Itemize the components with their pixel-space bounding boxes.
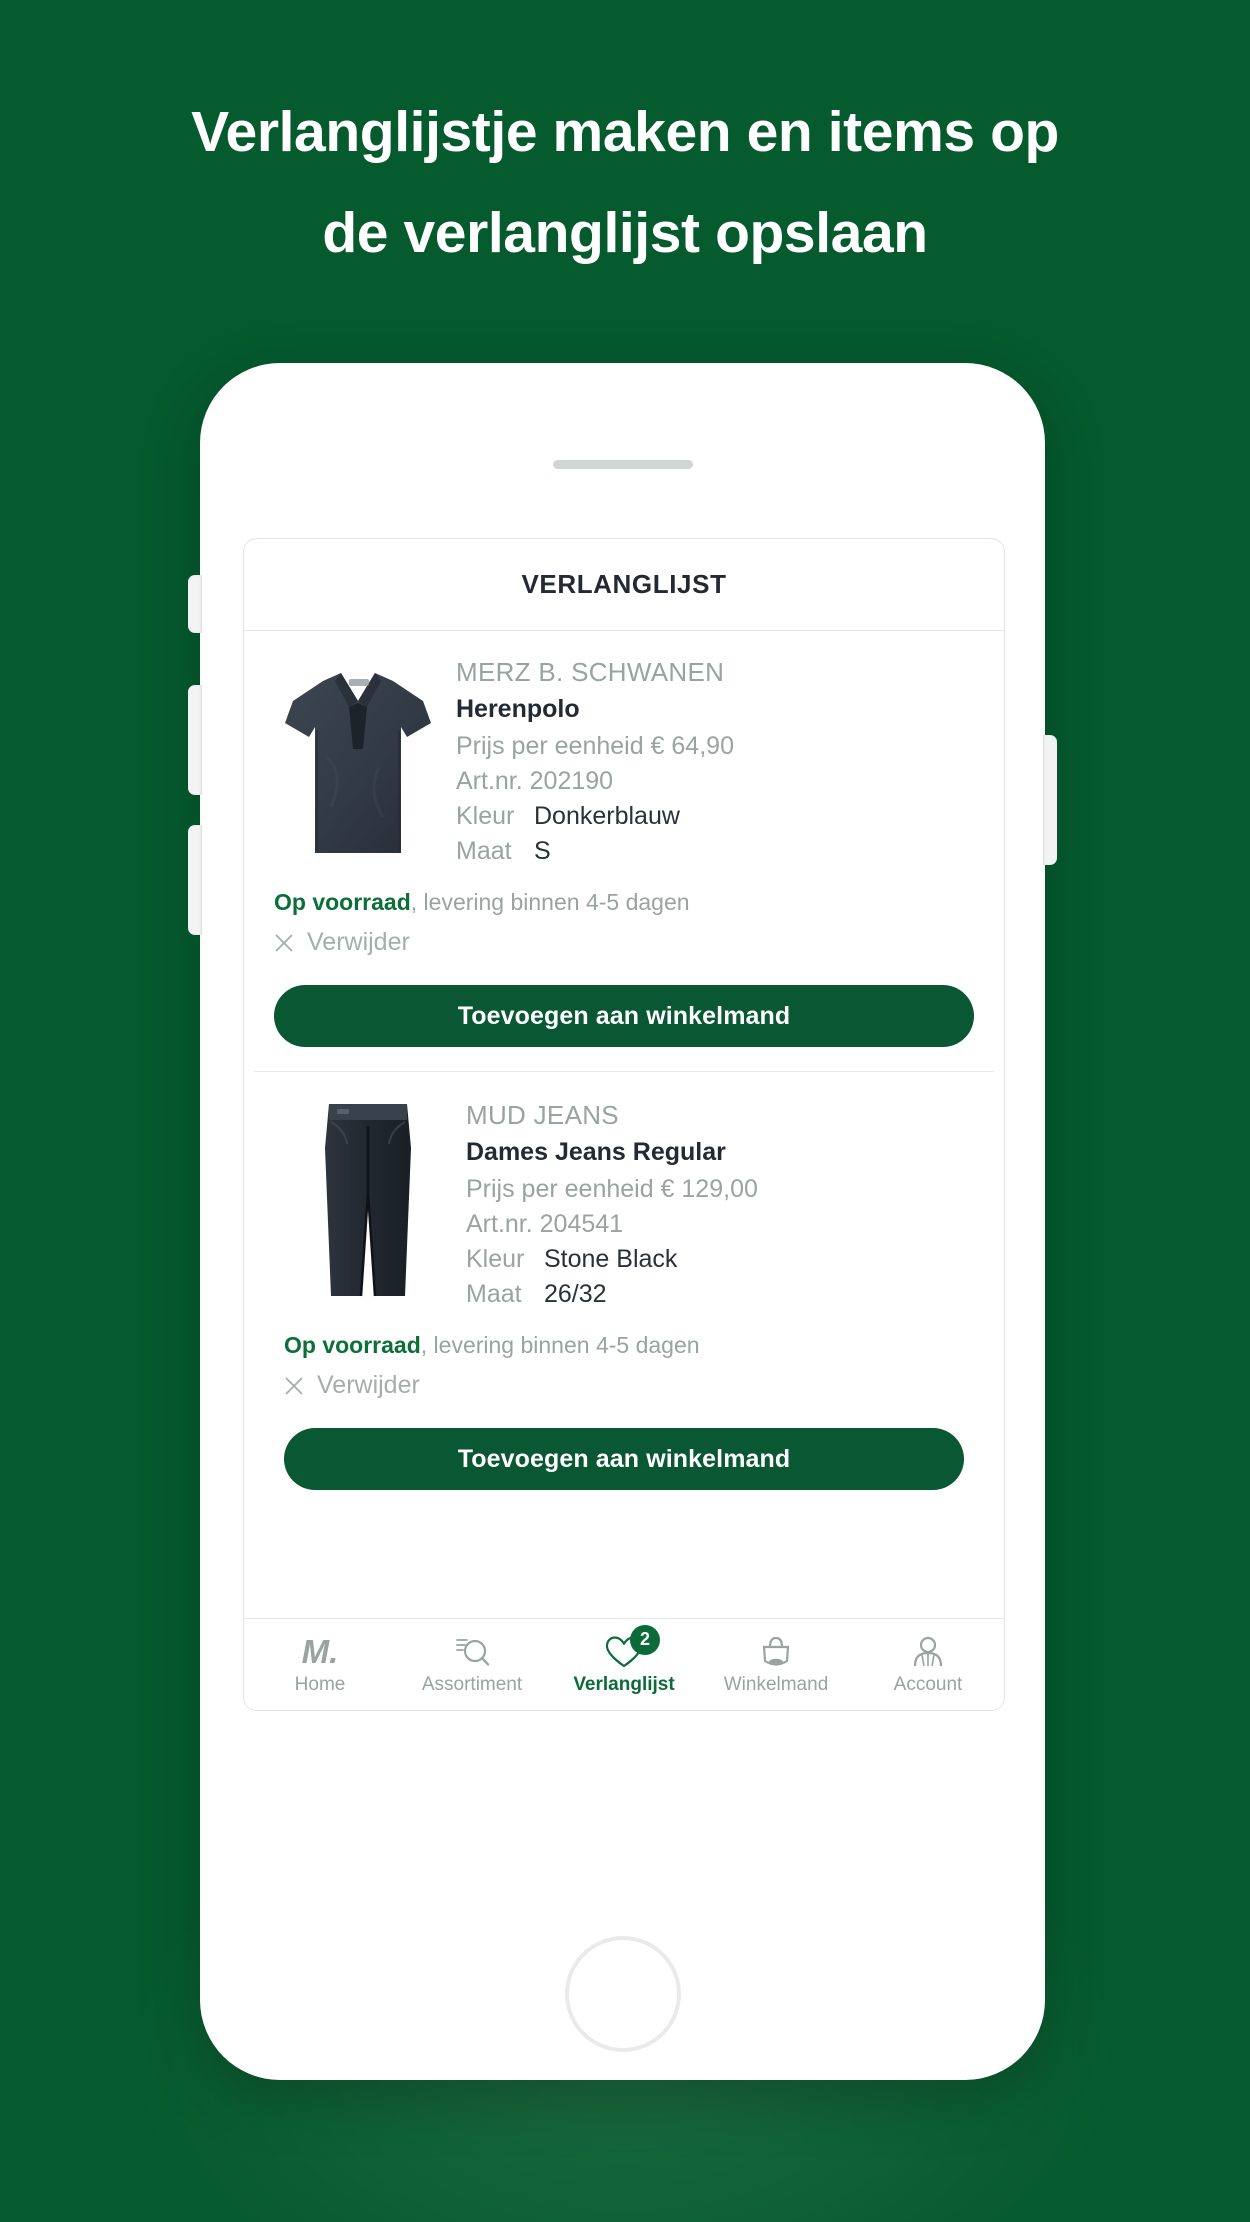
heart-icon: 2 — [604, 1624, 660, 1670]
item-price: Prijs per eenheid € 129,00 — [466, 1175, 758, 1203]
earpiece-speaker-icon — [552, 460, 693, 469]
item-price: Prijs per eenheid € 64,90 — [456, 732, 734, 760]
close-icon — [275, 933, 293, 952]
tab-account-label: Account — [893, 1673, 963, 1695]
polo-shirt-thumbnail[interactable] — [274, 653, 442, 869]
polo-shirt-icon — [285, 673, 431, 853]
item-top: MERZ B. SCHWANEN Herenpolo Prijs per een… — [274, 653, 974, 869]
item-article-number: Art.nr. 204541 — [466, 1210, 624, 1238]
item-color-value: Stone Black — [544, 1245, 678, 1273]
add-to-cart-button[interactable]: Toevoegen aan winkelmand — [274, 985, 974, 1047]
list-item: MERZ B. SCHWANEN Herenpolo Prijs per een… — [244, 631, 1004, 1071]
wishlist-body: MERZ B. SCHWANEN Herenpolo Prijs per een… — [244, 631, 1004, 1618]
item-size-key: Maat — [466, 1280, 522, 1308]
item-size-spec: Maat S — [456, 834, 974, 869]
tab-verlanglijst[interactable]: 2 Verlanglijst — [548, 1619, 700, 1710]
item-size-spec: Maat 26/32 — [466, 1277, 964, 1312]
jeans-icon — [325, 1104, 411, 1297]
tab-winkelmand[interactable]: Winkelmand — [700, 1619, 852, 1710]
item-color-spec: Kleur Donkerblauw — [456, 799, 974, 834]
delivery-text: , levering binnen 4-5 dagen — [410, 889, 690, 915]
mute-switch-button[interactable] — [188, 575, 202, 633]
list-item: MUD JEANS Dames Jeans Regular Prijs per … — [254, 1071, 994, 1514]
remove-item-label: Verwijder — [317, 1371, 420, 1399]
home-button[interactable] — [564, 1936, 681, 2052]
search-list-icon — [453, 1634, 491, 1670]
page-title: Verlanglijstje maken en items op de verl… — [0, 82, 1250, 284]
item-brand: MERZ B. SCHWANEN — [456, 657, 725, 687]
tab-account[interactable]: Account — [852, 1619, 1004, 1710]
app-screen: VERLANGLIJST MERZ B. SCHWANEN Herenpolo … — [243, 538, 1005, 1711]
item-brand: MUD JEANS — [466, 1100, 619, 1130]
item-info: MERZ B. SCHWANEN Herenpolo Prijs per een… — [456, 653, 974, 869]
phone-mockup: VERLANGLIJST MERZ B. SCHWANEN Herenpolo … — [188, 363, 1057, 2080]
tab-assortiment-label: Assortiment — [421, 1673, 523, 1695]
stock-status: Op voorraad, levering binnen 4-5 dagen — [274, 887, 974, 917]
add-to-cart-button[interactable]: Toevoegen aan winkelmand — [284, 1428, 964, 1490]
stock-status: Op voorraad, levering binnen 4-5 dagen — [284, 1330, 964, 1360]
screen-title: VERLANGLIJST — [521, 569, 727, 599]
bottom-navigation: M. Home Assortiment 2 Verlanglijst Winke… — [244, 1618, 1004, 1710]
item-color-key: Kleur — [466, 1245, 525, 1273]
item-name: Herenpolo — [456, 695, 580, 723]
item-size-key: Maat — [456, 837, 512, 865]
item-spacer — [274, 1047, 974, 1071]
jeans-thumbnail[interactable] — [284, 1096, 452, 1312]
wishlist-count-badge: 2 — [630, 1624, 660, 1655]
tab-verlanglijst-label: Verlanglijst — [573, 1673, 675, 1695]
page-title-line-1: Verlanglijstje maken en items op — [191, 100, 1059, 164]
tab-home-label: Home — [294, 1673, 346, 1695]
delivery-text: , levering binnen 4-5 dagen — [420, 1332, 700, 1358]
m-logo-text: M. — [301, 1633, 339, 1670]
remove-item-button[interactable]: Verwijder — [274, 928, 974, 957]
screen-header: VERLANGLIJST — [244, 539, 1004, 631]
power-button[interactable] — [1043, 735, 1057, 865]
item-size-value: 26/32 — [544, 1280, 607, 1308]
stock-badge: Op voorraad — [284, 1332, 421, 1358]
page-title-line-2: de verlanglijst opslaan — [322, 201, 928, 265]
item-spacer — [284, 1490, 964, 1514]
stock-badge: Op voorraad — [274, 889, 411, 915]
remove-item-label: Verwijder — [307, 928, 410, 956]
m-logo-icon: M. — [302, 1634, 339, 1670]
item-color-key: Kleur — [456, 802, 515, 830]
item-size-value: S — [534, 837, 551, 865]
item-color-spec: Kleur Stone Black — [466, 1242, 964, 1277]
item-top: MUD JEANS Dames Jeans Regular Prijs per … — [284, 1096, 964, 1312]
volume-up-button[interactable] — [188, 825, 202, 935]
item-info: MUD JEANS Dames Jeans Regular Prijs per … — [466, 1096, 964, 1312]
item-name: Dames Jeans Regular — [466, 1138, 726, 1166]
remove-item-button[interactable]: Verwijder — [284, 1371, 964, 1400]
person-icon — [911, 1634, 945, 1670]
tab-home[interactable]: M. Home — [244, 1619, 396, 1710]
tab-winkelmand-label: Winkelmand — [723, 1673, 829, 1695]
close-icon — [285, 1376, 303, 1395]
volume-down-button[interactable] — [188, 685, 202, 795]
shopping-bag-icon — [759, 1634, 793, 1670]
item-article-number: Art.nr. 202190 — [456, 767, 614, 795]
tab-assortiment[interactable]: Assortiment — [396, 1619, 548, 1710]
item-color-value: Donkerblauw — [534, 802, 680, 830]
